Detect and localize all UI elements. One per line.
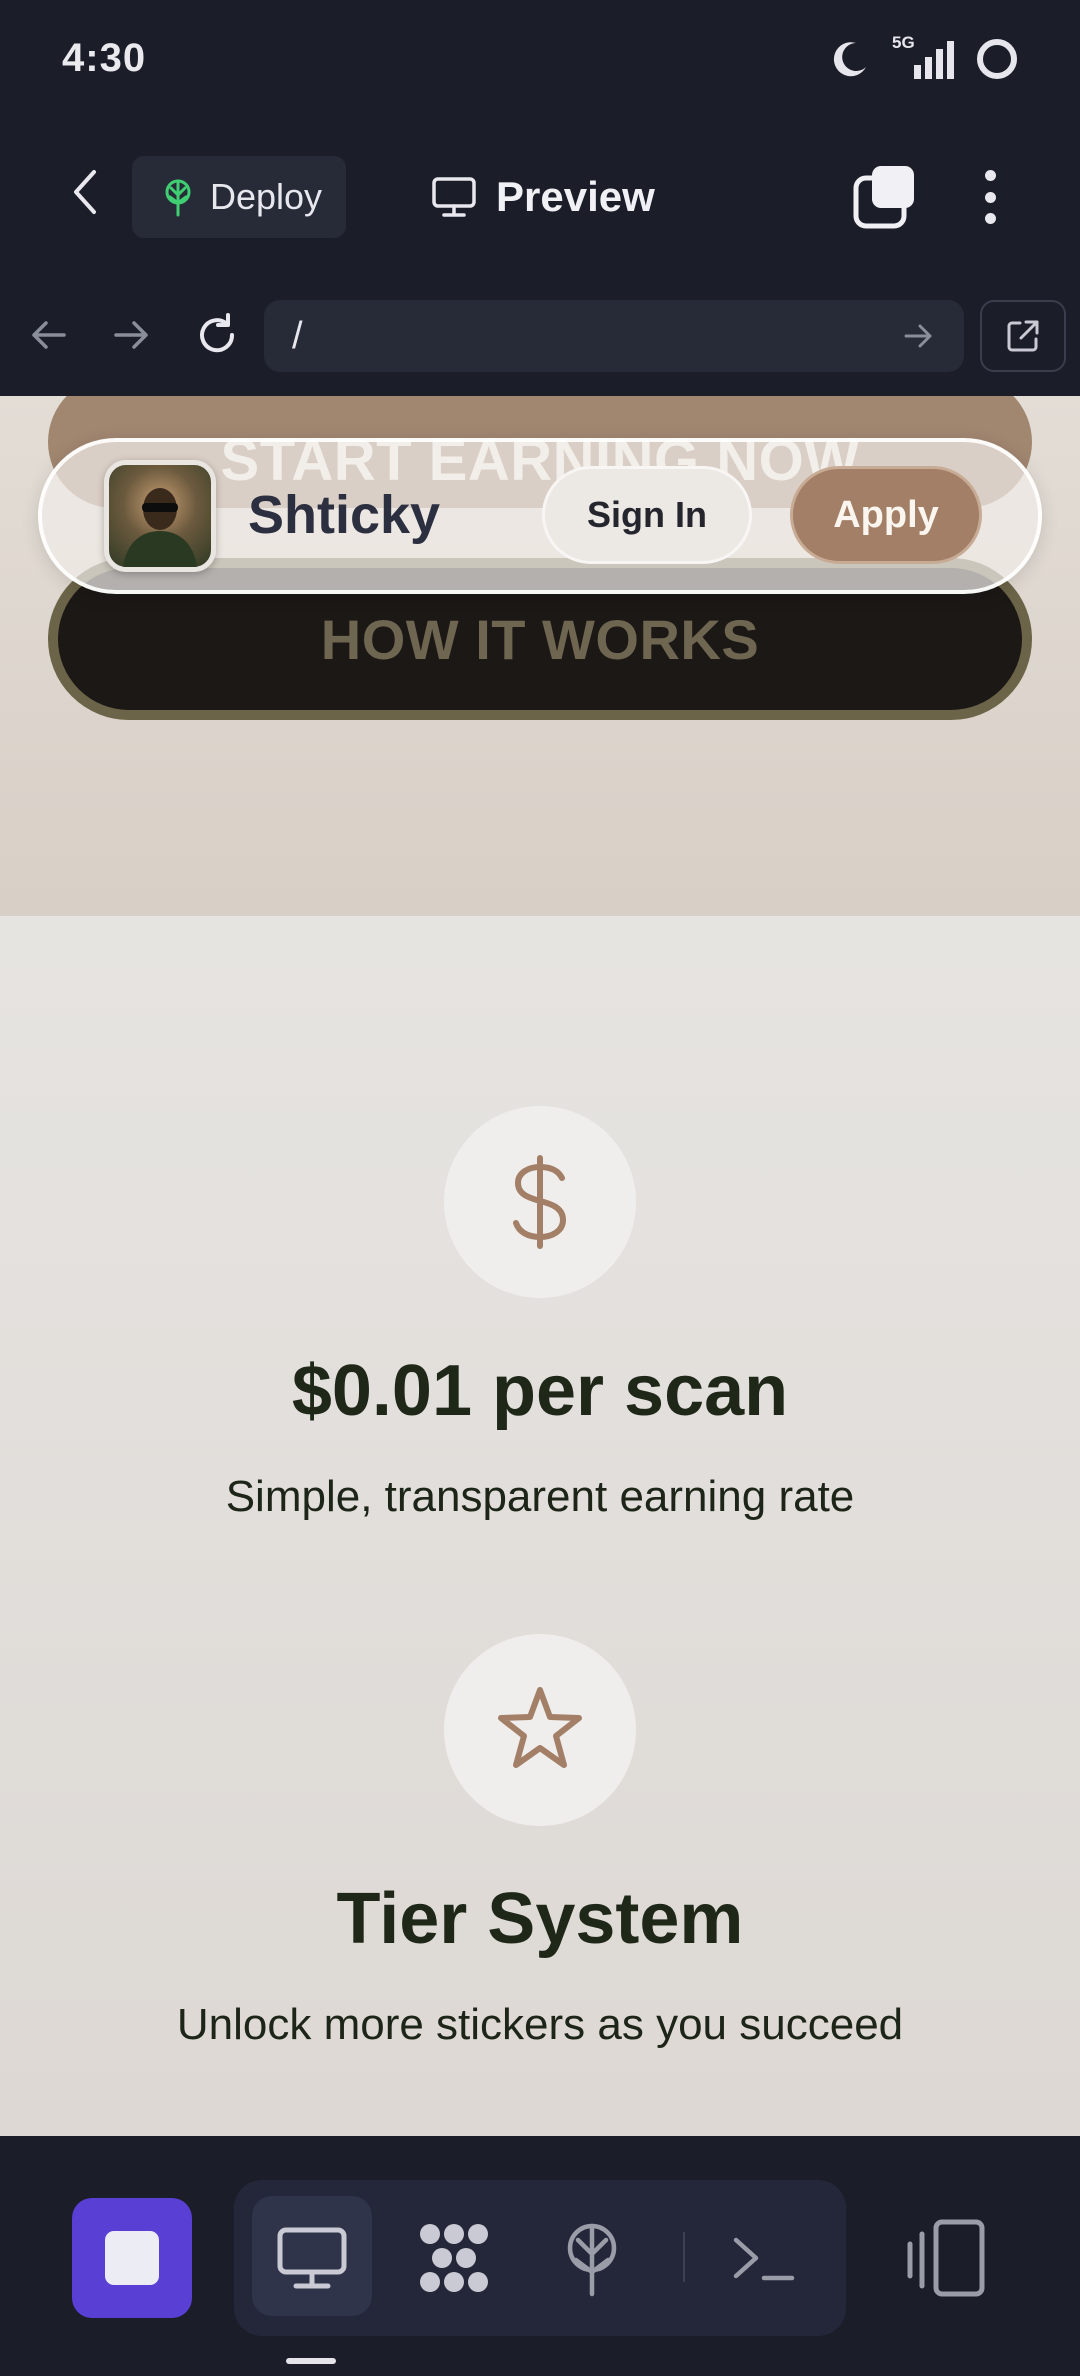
kebab-dot bbox=[984, 170, 996, 181]
reload-icon[interactable] bbox=[192, 310, 242, 360]
person-photo-icon bbox=[123, 488, 197, 567]
arrow-left-icon[interactable] bbox=[24, 310, 74, 360]
status-time: 4:30 bbox=[62, 36, 147, 80]
monitor-icon bbox=[432, 177, 476, 217]
preview-button[interactable]: Preview bbox=[430, 156, 655, 238]
stop-square-icon bbox=[105, 2231, 159, 2285]
features-section: $0.01 per scan Simple, transparent earni… bbox=[0, 916, 1080, 2136]
browser-nav-bar: / bbox=[0, 274, 1080, 396]
bottom-toolbar bbox=[0, 2136, 1080, 2376]
device-preview-icon[interactable] bbox=[900, 2216, 996, 2300]
deploy-tree-icon[interactable] bbox=[552, 2218, 632, 2298]
feature-title: $0.01 per scan bbox=[291, 1351, 789, 1431]
more-options-button[interactable] bbox=[970, 162, 1010, 232]
feature-title: Tier System bbox=[336, 1879, 744, 1959]
chevron-left-icon bbox=[74, 170, 96, 214]
back-button[interactable] bbox=[58, 164, 114, 220]
arrow-right-icon[interactable] bbox=[106, 310, 156, 360]
tabs-icon bbox=[853, 166, 914, 229]
cellular-signal-icon: 5G bbox=[890, 33, 956, 81]
feature-icon-circle bbox=[444, 1106, 636, 1298]
brand-logo-avatar[interactable] bbox=[104, 460, 216, 572]
deploy-label: Deploy bbox=[210, 176, 323, 217]
deploy-tree-icon bbox=[165, 179, 191, 217]
feature-icon-circle bbox=[444, 1634, 636, 1826]
feature-description: Simple, transparent earning rate bbox=[225, 1472, 855, 1521]
do-not-disturb-moon-icon bbox=[833, 42, 866, 77]
feature-description: Unlock more stickers as you succeed bbox=[176, 2000, 904, 2049]
app-toolbar: Deploy Preview bbox=[0, 118, 1080, 276]
url-input[interactable]: / bbox=[264, 300, 964, 372]
tabs-button[interactable] bbox=[850, 162, 920, 232]
sign-in-button[interactable]: Sign In bbox=[542, 466, 752, 564]
site-header-nav: Shticky Sign In Apply bbox=[38, 438, 1042, 594]
divider bbox=[683, 2232, 685, 2282]
external-link-icon bbox=[1007, 320, 1039, 352]
apply-button[interactable]: Apply bbox=[790, 466, 982, 564]
home-indicator bbox=[286, 2358, 336, 2364]
kebab-dot bbox=[984, 191, 996, 203]
stop-button[interactable] bbox=[72, 2198, 192, 2318]
kebab-dot bbox=[984, 213, 996, 224]
battery-ring-icon bbox=[977, 39, 1017, 79]
deploy-button[interactable]: Deploy bbox=[132, 156, 346, 238]
hero-section: START EARNING NOW HOW IT WORKS Shticky S… bbox=[0, 396, 1080, 916]
go-arrow-icon[interactable] bbox=[898, 316, 938, 356]
brand-name[interactable]: Shticky bbox=[248, 484, 440, 546]
webview: START EARNING NOW HOW IT WORKS Shticky S… bbox=[0, 396, 1080, 2136]
status-bar: 4:30 5G bbox=[0, 0, 1080, 118]
preview-label: Preview bbox=[496, 173, 655, 220]
dollar-icon bbox=[513, 1155, 567, 1249]
terminal-icon[interactable] bbox=[724, 2218, 804, 2298]
how-it-works-label: HOW IT WORKS bbox=[320, 607, 760, 671]
monitor-icon[interactable] bbox=[272, 2218, 352, 2298]
apply-label: Apply bbox=[833, 493, 939, 536]
url-text[interactable]: / bbox=[292, 315, 898, 358]
workspace-grid-icon[interactable] bbox=[414, 2218, 494, 2298]
view-mode-group bbox=[234, 2180, 846, 2336]
star-icon bbox=[498, 1687, 582, 1768]
status-icons: 5G bbox=[828, 33, 1020, 84]
sign-in-label: Sign In bbox=[587, 494, 707, 535]
open-external-button[interactable] bbox=[980, 300, 1066, 372]
